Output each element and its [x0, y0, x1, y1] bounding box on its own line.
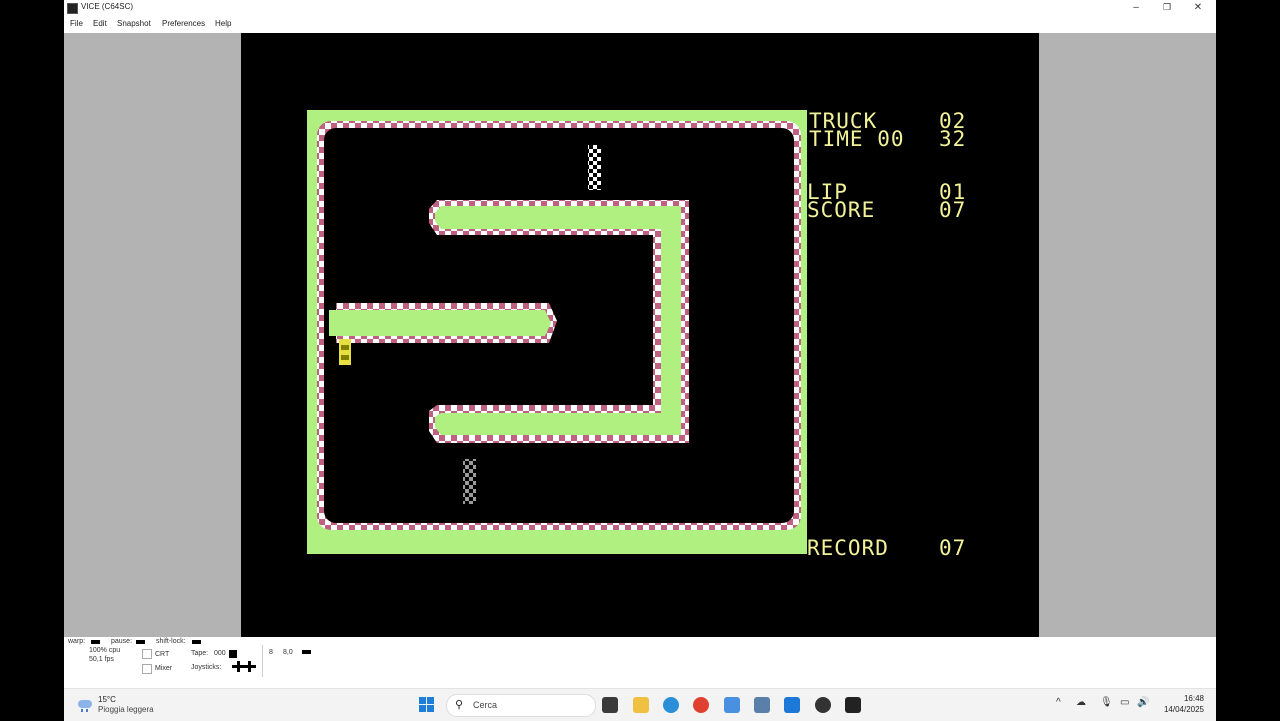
task-view-icon[interactable] [602, 697, 618, 713]
checkpoint-flag [463, 459, 476, 504]
taskbar-search[interactable]: ⚲ Cerca [446, 694, 596, 717]
volume-icon[interactable]: 🔊 [1137, 697, 1149, 708]
status-bar: warp: pause: shift-lock: 100% cpu 50,1 f… [64, 637, 1216, 688]
search-placeholder: Cerca [473, 700, 498, 710]
chat-icon[interactable] [784, 697, 800, 713]
shift-lock-label: shift-lock: [156, 638, 186, 645]
menu-snapshot[interactable]: Snapshot [117, 19, 151, 28]
pause-label: pause: [111, 638, 133, 645]
window-title: VICE (C64SC) [81, 2, 134, 11]
hud-time-label: TIME 00 [809, 127, 905, 151]
file-explorer-icon[interactable] [633, 697, 649, 713]
vice-app-icon [67, 3, 78, 14]
maximize-button[interactable]: ❐ [1152, 0, 1182, 16]
chrome-icon[interactable] [693, 697, 709, 713]
hud-record-label: RECORD [807, 536, 889, 560]
drive-track: 8,0 [283, 649, 293, 656]
status-divider [262, 645, 263, 677]
drive-led[interactable] [302, 650, 311, 654]
menu-bar: File Edit Snapshot Preferences Help [64, 16, 1216, 34]
menu-file[interactable]: File [70, 19, 83, 28]
joysticks-label: Joysticks: [191, 664, 222, 671]
title-bar: VICE (C64SC) – ❐ ✕ [64, 0, 1216, 16]
crt-checkbox[interactable] [142, 649, 152, 659]
race-track [307, 110, 807, 554]
joystick-icon[interactable] [232, 661, 256, 672]
weather-icon[interactable] [76, 698, 94, 712]
pause-led[interactable] [136, 640, 145, 644]
close-button[interactable]: ✕ [1183, 0, 1213, 16]
tape-label: Tape: [191, 650, 209, 657]
tape-counter: 000 [214, 650, 226, 657]
start-button[interactable] [419, 697, 435, 713]
menu-preferences[interactable]: Preferences [162, 19, 205, 28]
network-icon[interactable]: ☁ [1076, 697, 1086, 708]
notepad-icon[interactable] [724, 697, 740, 713]
mixer-checkbox[interactable] [142, 664, 152, 674]
player-car [339, 339, 351, 365]
microphone-icon[interactable]: 🎙 [1100, 697, 1113, 708]
c64-screen[interactable]: TRUCK 02 TIME 00 32 LIP 01 SCORE 07 RECO… [241, 33, 1039, 637]
windows-taskbar: 15°C Pioggia leggera ⚲ Cerca ^ ☁ 🎙 ▭ 🔊 1… [64, 688, 1216, 721]
drive-number: 8 [269, 649, 273, 656]
hud-score-label: SCORE [807, 198, 876, 222]
taskbar-date[interactable]: 14/04/2025 [1158, 705, 1204, 714]
warp-label: warp: [68, 638, 86, 645]
menu-help[interactable]: Help [215, 19, 231, 28]
fps-readout: 50,1 fps [89, 656, 114, 663]
emulator-viewport: TRUCK 02 TIME 00 32 LIP 01 SCORE 07 RECO… [64, 33, 1216, 637]
weather-temp: 15°C [98, 695, 116, 704]
hud-score-value: 07 [939, 198, 967, 222]
warp-led[interactable] [91, 640, 100, 644]
crt-label: CRT [155, 651, 170, 658]
tape-control-icon[interactable] [229, 650, 237, 658]
app-window-icon[interactable] [754, 697, 770, 713]
edge-icon[interactable] [663, 697, 679, 713]
menu-edit[interactable]: Edit [93, 19, 107, 28]
hud-time-value: 32 [939, 127, 967, 151]
weather-desc: Pioggia leggera [98, 705, 154, 714]
display-icon[interactable]: ▭ [1120, 697, 1129, 708]
finish-line-flag [588, 145, 601, 190]
vice-taskbar-icon[interactable] [845, 697, 861, 713]
minimize-button[interactable]: – [1121, 0, 1151, 16]
chevron-up-icon[interactable]: ^ [1056, 697, 1061, 708]
mixer-label: Mixer [155, 665, 173, 672]
taskbar-time[interactable]: 16:48 [1170, 694, 1204, 703]
recorder-icon[interactable] [815, 697, 831, 713]
shift-lock-led[interactable] [192, 640, 201, 644]
cpu-usage: 100% cpu [89, 647, 121, 654]
search-icon: ⚲ [455, 699, 464, 711]
hud-record-value: 07 [939, 536, 967, 560]
